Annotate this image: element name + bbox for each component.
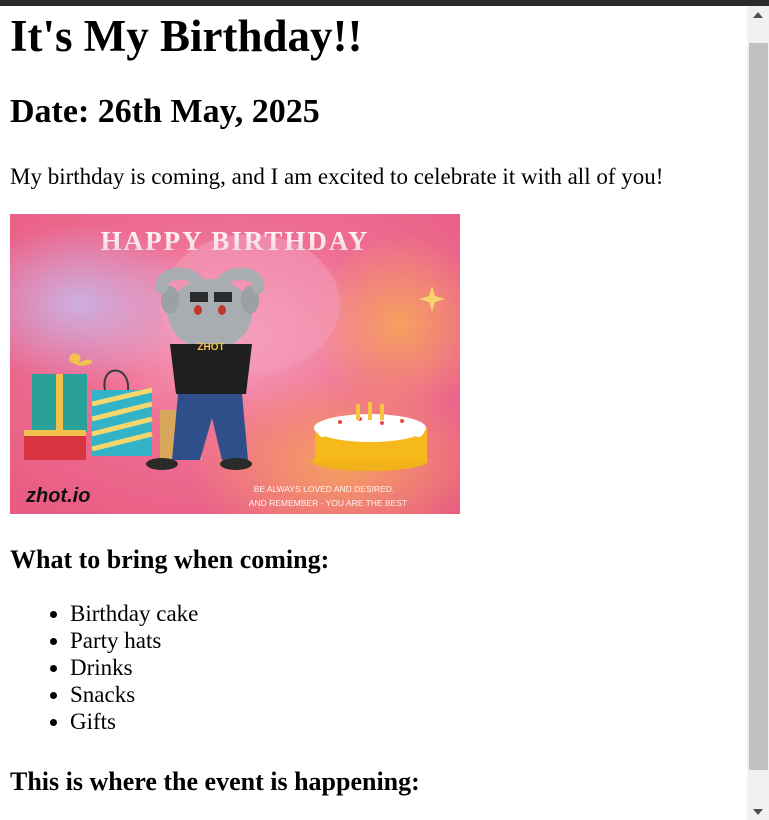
list-item: Birthday cake bbox=[70, 600, 198, 627]
intro-text: My birthday is coming, and I am excited … bbox=[10, 164, 664, 189]
image-banner-text: HAPPY BIRTHDAY bbox=[101, 226, 370, 256]
scroll-thumb[interactable] bbox=[749, 43, 768, 770]
event-date: Date: 26th May, 2025 bbox=[10, 93, 320, 130]
vertical-scrollbar[interactable] bbox=[747, 6, 769, 820]
window-top-bar bbox=[0, 0, 769, 6]
page-title: It's My Birthday!! bbox=[10, 11, 363, 61]
bring-heading: What to bring when coming: bbox=[10, 545, 330, 574]
image-caption-line2: AND REMEMBER - YOU ARE THE BEST bbox=[249, 498, 407, 508]
bring-list: Birthday cake Party hats Drinks Snacks G… bbox=[10, 600, 198, 735]
list-item: Snacks bbox=[70, 681, 198, 708]
list-item: Gifts bbox=[70, 708, 198, 735]
image-shirt-text: ZHOT bbox=[197, 342, 224, 353]
image-logo-text: zhot.io bbox=[25, 485, 90, 507]
list-item: Drinks bbox=[70, 654, 198, 681]
scroll-up-icon[interactable] bbox=[747, 6, 769, 23]
scroll-down-icon[interactable] bbox=[747, 803, 769, 820]
birthday-image: HAPPY BIRTHDAY ZHOT zhot.io BE ALWAYS LO… bbox=[10, 214, 460, 514]
image-caption-line1: BE ALWAYS LOVED AND DESIRED. bbox=[254, 484, 395, 494]
list-item: Party hats bbox=[70, 627, 198, 654]
location-heading: This is where the event is happening: bbox=[10, 767, 420, 796]
